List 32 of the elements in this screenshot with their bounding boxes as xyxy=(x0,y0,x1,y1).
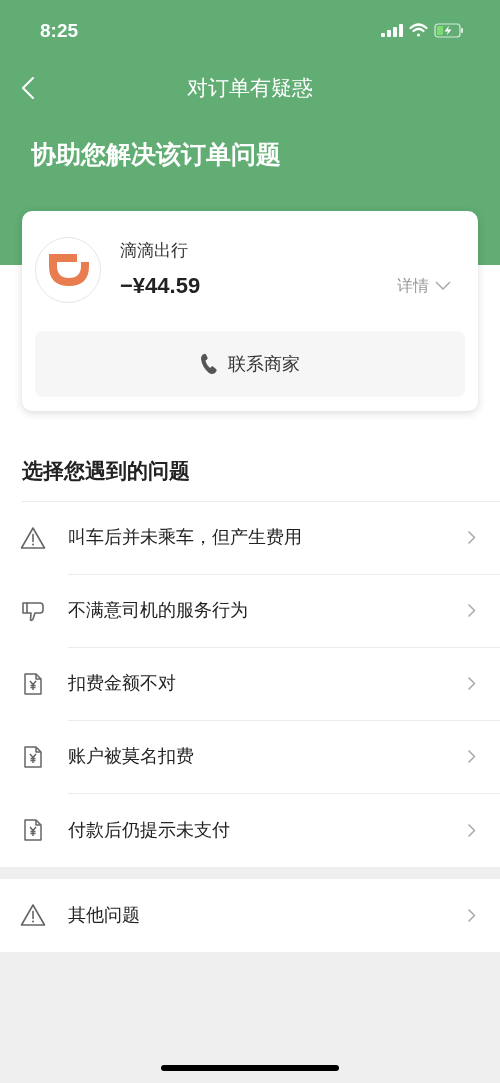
chevron-right-icon xyxy=(467,603,476,618)
chevron-right-icon xyxy=(467,530,476,545)
thumbs-down-icon xyxy=(21,600,45,622)
page-title: 对订单有疑惑 xyxy=(187,75,313,102)
problem-label: 不满意司机的服务行为 xyxy=(68,599,248,622)
phone-icon xyxy=(200,353,218,375)
problem-item[interactable]: 其他问题 xyxy=(0,878,500,952)
receipt-icon xyxy=(23,672,43,696)
receipt-icon xyxy=(23,818,43,842)
wifi-icon xyxy=(409,23,428,37)
chevron-right-icon xyxy=(467,822,476,838)
receipt-icon xyxy=(23,745,43,769)
signal-icon xyxy=(381,23,403,37)
problem-label: 付款后仍提示未支付 xyxy=(68,818,230,842)
order-amount: −¥44.59 xyxy=(120,272,201,301)
warning-icon xyxy=(20,903,46,927)
merchant-name: 滴滴出行 xyxy=(120,239,189,262)
problem-label: 叫车后并未乘车，但产生费用 xyxy=(68,526,302,549)
battery-icon xyxy=(434,22,464,38)
back-icon[interactable] xyxy=(22,77,34,99)
status-time: 8:25 xyxy=(40,18,79,43)
problem-label: 其他问题 xyxy=(68,903,140,927)
section-title: 选择您遇到的问题 xyxy=(22,459,190,482)
chevron-right-icon xyxy=(467,907,476,923)
chevron-right-icon xyxy=(467,676,476,691)
problem-label: 账户被莫名扣费 xyxy=(68,745,194,768)
problem-label: 扣费金额不对 xyxy=(68,672,176,695)
warning-icon xyxy=(20,526,46,550)
contact-merchant-button[interactable]: 联系商家 xyxy=(35,331,465,397)
page-subtitle: 协助您解决该订单问题 xyxy=(31,140,281,168)
chevron-down-icon xyxy=(435,281,451,291)
chevron-right-icon xyxy=(467,749,476,764)
